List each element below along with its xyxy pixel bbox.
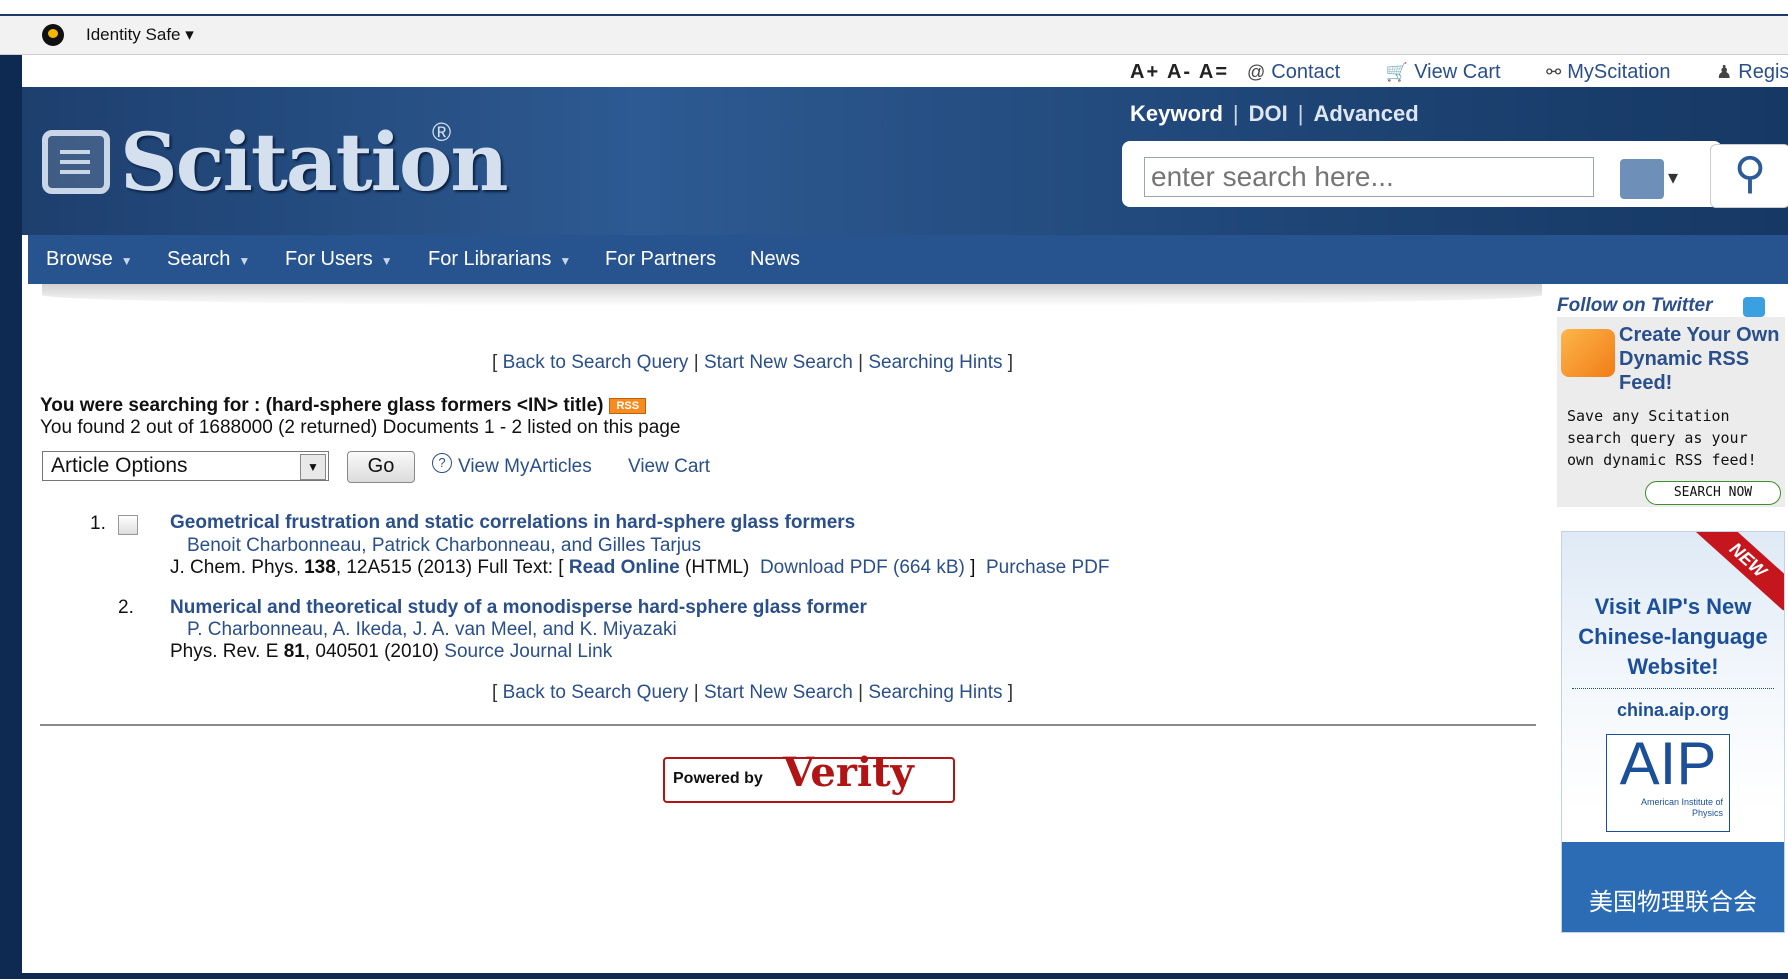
rss-icon <box>1561 329 1615 377</box>
rss-heading[interactable]: Create Your Own Dynamic RSS Feed! <box>1619 323 1785 395</box>
contact-label: Contact <box>1271 61 1341 83</box>
share-icon: ⚯ <box>1546 62 1562 82</box>
powered-by-label: Powered by <box>673 770 763 787</box>
search-mode-tabs: Keyword | DOI | Advanced <box>1130 101 1419 126</box>
chevron-down-icon: ▼ <box>559 254 572 268</box>
myscitation-label: MyScitation <box>1567 61 1671 83</box>
nav-for-librarians[interactable]: For Librarians ▼ <box>428 248 571 271</box>
result-title-link[interactable]: Numerical and theoretical study of a mon… <box>170 597 867 619</box>
rss-badge[interactable]: RSS <box>609 398 647 414</box>
result-citation: J. Chem. Phys. 138, 12A515 (2013) Full T… <box>170 557 1110 578</box>
result-checkbox[interactable] <box>118 515 138 535</box>
result-citation: Phys. Rev. E 81, 040501 (2010) Source Jo… <box>170 641 613 662</box>
dropdown-arrow-icon: ▼ <box>300 454 326 480</box>
result-authors[interactable]: P. Charbonneau, A. Ikeda, J. A. van Meel… <box>187 619 677 641</box>
nav-browse[interactable]: Browse ▼ <box>46 248 133 271</box>
myscitation-link[interactable]: ⚯ MyScitation <box>1546 61 1690 83</box>
cart-icon: 🛒 <box>1385 62 1409 82</box>
article-options-go-button[interactable]: Go <box>347 451 415 483</box>
window-top-edge <box>0 0 1788 16</box>
search-input[interactable] <box>1144 157 1594 197</box>
chevron-down-icon: ▼ <box>238 254 251 268</box>
powered-by-verity-logo[interactable]: Powered by Verity <box>643 739 955 803</box>
view-cart-link[interactable]: 🛒 View Cart <box>1386 61 1521 83</box>
back-to-search-link[interactable]: Back to Search Query <box>503 682 689 703</box>
result-number: 2. <box>118 597 134 618</box>
back-to-search-link[interactable]: Back to Search Query <box>503 352 689 373</box>
registered-mark: ® <box>432 117 452 147</box>
view-myarticles-link[interactable]: View MyArticles <box>458 456 592 478</box>
nav-news[interactable]: News <box>750 248 800 271</box>
result-authors[interactable]: Benoit Charbonneau, Patrick Charbonneau,… <box>187 535 701 557</box>
aip-visit-text: Visit AIP's New Chinese-language Website… <box>1578 594 1768 679</box>
register-label: Register <box>1738 61 1788 83</box>
result-count: You found 2 out of 1688000 (2 returned) … <box>40 417 681 438</box>
view-cart-label: View Cart <box>1414 61 1501 83</box>
font-size-decrease[interactable]: A- <box>1167 61 1192 83</box>
page: A+ A- A= @ Contact 🛒 View Cart ⚯ MyScitatio… <box>22 55 1788 973</box>
identity-safe-icon <box>42 24 64 46</box>
search-links-bottom: [ Back to Search Query | Start New Searc… <box>492 682 1014 703</box>
right-sidebar: Follow on Twitter Create Your Own Dynami… <box>1557 295 1788 935</box>
rss-description: Save any Scitation search query as your … <box>1567 407 1757 469</box>
font-size-reset[interactable]: A= <box>1199 61 1229 83</box>
article-options-select[interactable]: Article Options ▼ <box>42 451 329 481</box>
chevron-down-icon: ▼ <box>380 254 393 268</box>
verity-brand: Verity <box>783 749 914 796</box>
read-online-link[interactable]: Read Online <box>569 557 680 578</box>
scitation-logo-icon[interactable] <box>42 130 110 194</box>
help-icon[interactable]: ? <box>432 453 452 473</box>
follow-twitter-link[interactable]: Follow on Twitter <box>1557 295 1713 317</box>
nav-for-partners[interactable]: For Partners <box>605 248 716 271</box>
chevron-down-icon: ▼ <box>120 254 133 268</box>
rss-promo: Create Your Own Dynamic RSS Feed! Save a… <box>1557 317 1785 507</box>
search-button[interactable]: ⚲ <box>1710 144 1788 208</box>
contact-link[interactable]: @ Contact <box>1247 61 1360 83</box>
font-size-controls: A+ A- A= <box>1130 61 1229 84</box>
utility-links: @Contact 🛒View Cart ⚯MyScitation ♟Regist… <box>1247 61 1788 84</box>
identity-safe-toolbar: Identity Safe ▾ <box>0 16 1788 55</box>
nav-search[interactable]: Search ▼ <box>167 248 250 271</box>
divider <box>1572 688 1774 689</box>
searching-hints-link[interactable]: Searching Hints <box>868 352 1002 373</box>
aip-logo: AIP American Institute of Physics <box>1606 730 1730 832</box>
aip-url: china.aip.org <box>1616 700 1730 720</box>
font-size-increase[interactable]: A+ <box>1130 61 1160 83</box>
start-new-search-link[interactable]: Start New Search <box>704 352 853 373</box>
divider <box>40 724 1536 726</box>
at-icon: @ <box>1247 62 1266 82</box>
result-title-link[interactable]: Geometrical frustration and static corre… <box>170 512 855 534</box>
database-select-icon[interactable] <box>1620 159 1678 199</box>
query-summary: You were searching for : (hard-sphere gl… <box>40 395 647 417</box>
result-number: 1. <box>90 513 106 534</box>
search-links-top: [ Back to Search Query | Start New Searc… <box>492 352 1014 373</box>
source-journal-link[interactable]: Source Journal Link <box>444 641 612 662</box>
tab-doi[interactable]: DOI <box>1249 101 1288 126</box>
nav-for-users[interactable]: For Users ▼ <box>285 248 393 271</box>
main-nav: Browse ▼ Search ▼ For Users ▼ For Librarian… <box>28 235 1788 284</box>
start-new-search-link[interactable]: Start New Search <box>704 682 853 703</box>
tab-keyword[interactable]: Keyword <box>1130 101 1223 126</box>
searching-hints-link[interactable]: Searching Hints <box>868 682 1002 703</box>
download-pdf-link[interactable]: Download PDF (664 kB) <box>760 557 965 578</box>
aip-chinese-name: 美国物理联合会 <box>1589 889 1757 916</box>
search-now-button[interactable]: SEARCH NOW <box>1645 481 1781 505</box>
aip-chinese-banner[interactable]: NEW Visit AIP's New Chinese-language Web… <box>1561 531 1785 933</box>
results-area: [ Back to Search Query | Start New Searc… <box>22 284 1542 973</box>
user-icon: ♟ <box>1716 62 1733 82</box>
view-cart-link-body[interactable]: View Cart <box>628 456 710 478</box>
site-header: Scitation ® Keyword|DOI|Advanced ⚲ <box>22 87 1788 235</box>
magnifier-icon: ⚲ <box>1733 149 1767 198</box>
identity-safe-menu[interactable]: Identity Safe ▾ <box>86 25 194 45</box>
twitter-icon[interactable] <box>1743 297 1765 317</box>
tab-advanced[interactable]: Advanced <box>1313 101 1418 126</box>
register-link[interactable]: ♟Register <box>1716 61 1788 83</box>
utility-bar: A+ A- A= @ Contact 🛒 View Cart ⚯ MyScitatio… <box>22 55 1788 87</box>
purchase-pdf-link[interactable]: Purchase PDF <box>986 557 1110 578</box>
